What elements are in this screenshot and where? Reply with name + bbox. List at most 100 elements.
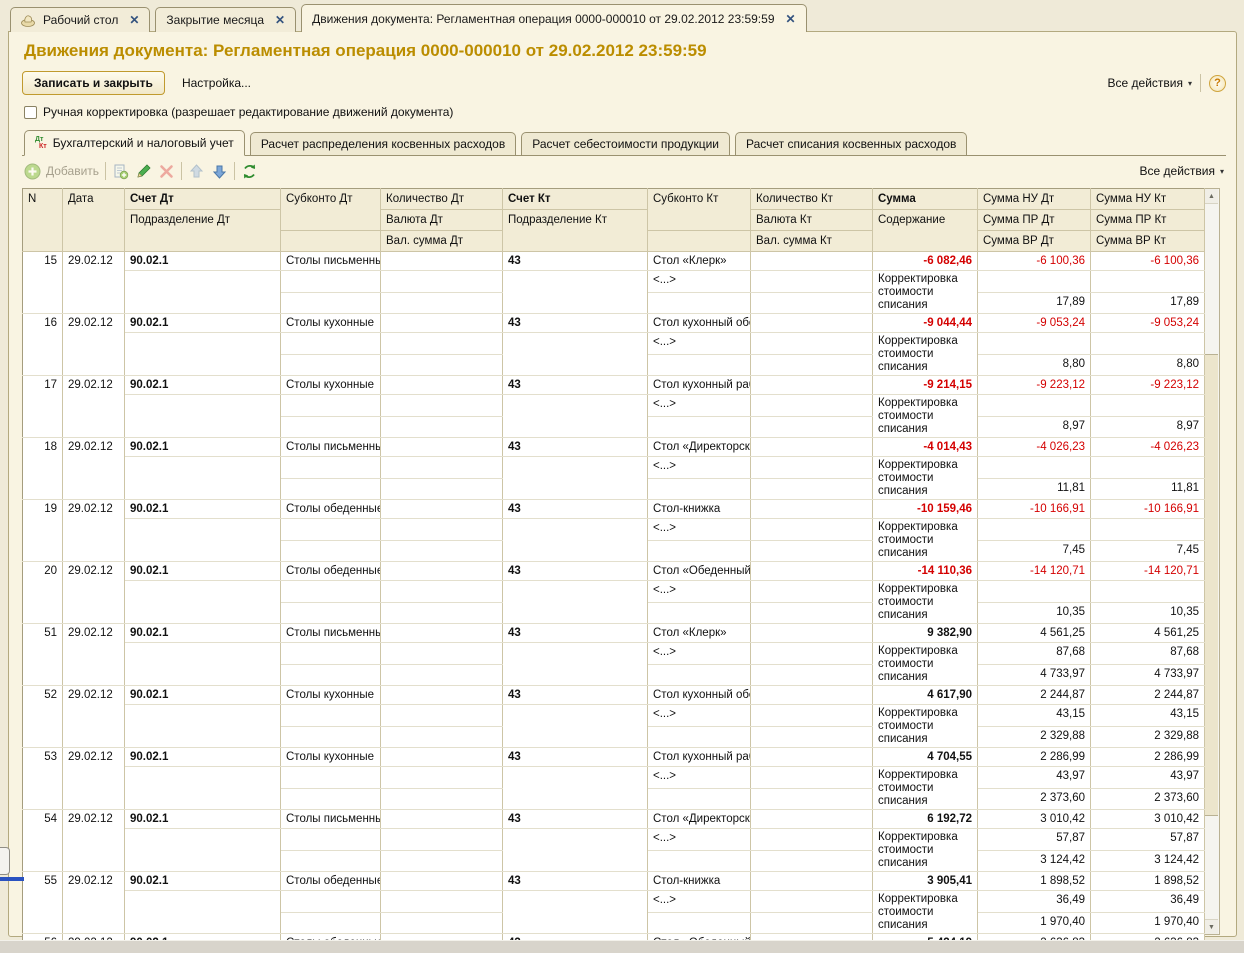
cell-n[interactable]: 52 (22, 685, 63, 748)
tab-indirect-costs-writeoff[interactable]: Расчет списания косвенных расходов (734, 132, 968, 155)
cell-subconto-dt-line3[interactable] (280, 726, 381, 748)
cell-sum[interactable]: 6 192,72 (872, 809, 978, 829)
cell-subconto-kt-line3[interactable] (647, 478, 751, 500)
cell-sum-nu-dt[interactable]: 4 561,25 (977, 623, 1091, 643)
cell-department-kt[interactable] (502, 394, 648, 438)
cell-sum-nu-kt[interactable]: -9 053,24 (1090, 313, 1205, 333)
cell-content[interactable]: Корректировка стоимости списания (872, 518, 978, 562)
cell-currency-kt[interactable] (750, 518, 873, 541)
cell-quantity-kt[interactable] (750, 623, 873, 643)
cell-curamount-kt[interactable] (750, 416, 873, 438)
cell-subconto-dt[interactable]: Столы кухонные (280, 375, 381, 395)
cell-department-kt[interactable] (502, 580, 648, 624)
tab-month-closing-close-icon[interactable]: ✕ (275, 13, 285, 27)
cell-subconto-kt-line2[interactable]: <...> (647, 890, 751, 913)
cell-subconto-kt-line2[interactable]: <...> (647, 270, 751, 293)
cell-sum-vr-dt[interactable]: 2 329,88 (977, 726, 1091, 748)
cell-curamount-dt[interactable] (380, 912, 503, 934)
cell-sum-nu-dt[interactable]: -14 120,71 (977, 561, 1091, 581)
cell-sum-pr-dt[interactable]: 43,97 (977, 766, 1091, 789)
tab-desktop-close-icon[interactable]: ✕ (129, 13, 139, 27)
cell-subconto-kt-line2[interactable]: <...> (647, 766, 751, 789)
cell-subconto-dt[interactable]: Столы обеденные (280, 499, 381, 519)
cell-account-kt[interactable]: 43 (502, 437, 648, 457)
cell-curamount-kt[interactable] (750, 354, 873, 376)
cell-curamount-dt[interactable] (380, 788, 503, 810)
cell-quantity-kt[interactable] (750, 437, 873, 457)
cell-subconto-dt-line3[interactable] (280, 602, 381, 624)
cell-account-dt[interactable]: 90.02.1 (124, 685, 281, 705)
cell-sum-vr-kt[interactable]: 2 373,60 (1090, 788, 1205, 810)
cell-sum-pr-kt[interactable] (1090, 270, 1205, 293)
cell-quantity-kt[interactable] (750, 809, 873, 829)
cell-subconto-dt[interactable]: Столы обеденные (280, 871, 381, 891)
cell-sum-nu-kt[interactable]: -9 223,12 (1090, 375, 1205, 395)
cell-subconto-kt[interactable]: Стол «Клерк» (647, 623, 751, 643)
cell-subconto-dt-line3[interactable] (280, 788, 381, 810)
cell-sum-nu-dt[interactable]: -9 053,24 (977, 313, 1091, 333)
cell-sum-pr-dt[interactable]: 57,87 (977, 828, 1091, 851)
cell-account-kt[interactable]: 43 (502, 375, 648, 395)
cell-sum-pr-dt[interactable] (977, 270, 1091, 293)
refresh-icon[interactable] (241, 163, 258, 180)
cell-account-dt[interactable]: 90.02.1 (124, 871, 281, 891)
cell-account-kt[interactable]: 43 (502, 809, 648, 829)
cell-sum-vr-dt[interactable]: 11,81 (977, 478, 1091, 500)
cell-sum-vr-dt[interactable]: 1 970,40 (977, 912, 1091, 934)
cell-department-kt[interactable] (502, 828, 648, 872)
cell-curamount-dt[interactable] (380, 416, 503, 438)
cell-date[interactable]: 29.02.12 (62, 437, 125, 500)
cell-content[interactable]: Корректировка стоимости списания (872, 828, 978, 872)
cell-account-dt[interactable]: 90.02.1 (124, 561, 281, 581)
tab-month-closing[interactable]: Закрытие месяца ✕ (155, 7, 297, 32)
cell-sum-vr-kt[interactable]: 17,89 (1090, 292, 1205, 314)
table-row[interactable]: 55 29.02.12 90.02.1 Столы обеденные 43 С… (22, 871, 1205, 934)
cell-curamount-kt[interactable] (750, 912, 873, 934)
cell-quantity-kt[interactable] (750, 313, 873, 333)
table-row[interactable]: 51 29.02.12 90.02.1 Столы письменны 43 С… (22, 623, 1205, 686)
cell-subconto-kt[interactable]: Стол кухонный обе (647, 313, 751, 333)
cell-subconto-dt[interactable]: Столы письменны (280, 437, 381, 457)
cell-subconto-dt-line3[interactable] (280, 354, 381, 376)
cell-n[interactable]: 17 (22, 375, 63, 438)
cell-sum-nu-dt[interactable]: 3 010,42 (977, 809, 1091, 829)
cell-account-kt[interactable]: 43 (502, 499, 648, 519)
cell-sum-vr-kt[interactable]: 8,97 (1090, 416, 1205, 438)
cell-department-kt[interactable] (502, 642, 648, 686)
cell-curamount-dt[interactable] (380, 540, 503, 562)
cell-sum-nu-dt[interactable]: -10 166,91 (977, 499, 1091, 519)
cell-sum[interactable]: -6 082,46 (872, 251, 978, 271)
cell-department-kt[interactable] (502, 890, 648, 934)
cell-sum-nu-kt[interactable]: -10 166,91 (1090, 499, 1205, 519)
cell-currency-kt[interactable] (750, 704, 873, 727)
cell-subconto-dt-line2[interactable] (280, 766, 381, 789)
cell-content[interactable]: Корректировка стоимости списания (872, 642, 978, 686)
cell-subconto-kt-line3[interactable] (647, 354, 751, 376)
scrollbar-thumb[interactable] (1205, 354, 1218, 816)
cell-department-dt[interactable] (124, 332, 281, 376)
cell-n[interactable]: 19 (22, 499, 63, 562)
cell-sum-vr-dt[interactable]: 2 373,60 (977, 788, 1091, 810)
cell-sum-pr-dt[interactable] (977, 456, 1091, 479)
cell-subconto-kt-line2[interactable]: <...> (647, 394, 751, 417)
cell-department-kt[interactable] (502, 456, 648, 500)
cell-sum-nu-kt[interactable]: -6 100,36 (1090, 251, 1205, 271)
cell-quantity-dt[interactable] (380, 871, 503, 891)
cell-sum-nu-kt[interactable]: 3 010,42 (1090, 809, 1205, 829)
cell-account-kt[interactable]: 43 (502, 251, 648, 271)
cell-sum-pr-kt[interactable] (1090, 332, 1205, 355)
cell-currency-dt[interactable] (380, 394, 503, 417)
cell-account-dt[interactable]: 90.02.1 (124, 313, 281, 333)
cell-currency-kt[interactable] (750, 332, 873, 355)
cell-curamount-kt[interactable] (750, 726, 873, 748)
tab-document-movements-close-icon[interactable]: ✕ (786, 12, 796, 26)
table-row[interactable]: 16 29.02.12 90.02.1 Столы кухонные 43 Ст… (22, 313, 1205, 376)
table-row-line2[interactable]: <...> Корректировка стоимости списания (23, 332, 1205, 376)
cell-account-dt[interactable]: 90.02.1 (124, 251, 281, 271)
scroll-up-icon[interactable]: ▲ (1205, 189, 1218, 204)
cell-sum-pr-dt[interactable] (977, 580, 1091, 603)
table-row-line2[interactable]: <...> Корректировка стоимости списания (23, 456, 1205, 500)
cell-sum[interactable]: 9 382,90 (872, 623, 978, 643)
cell-sum[interactable]: -9 214,15 (872, 375, 978, 395)
cell-sum[interactable]: -4 014,43 (872, 437, 978, 457)
